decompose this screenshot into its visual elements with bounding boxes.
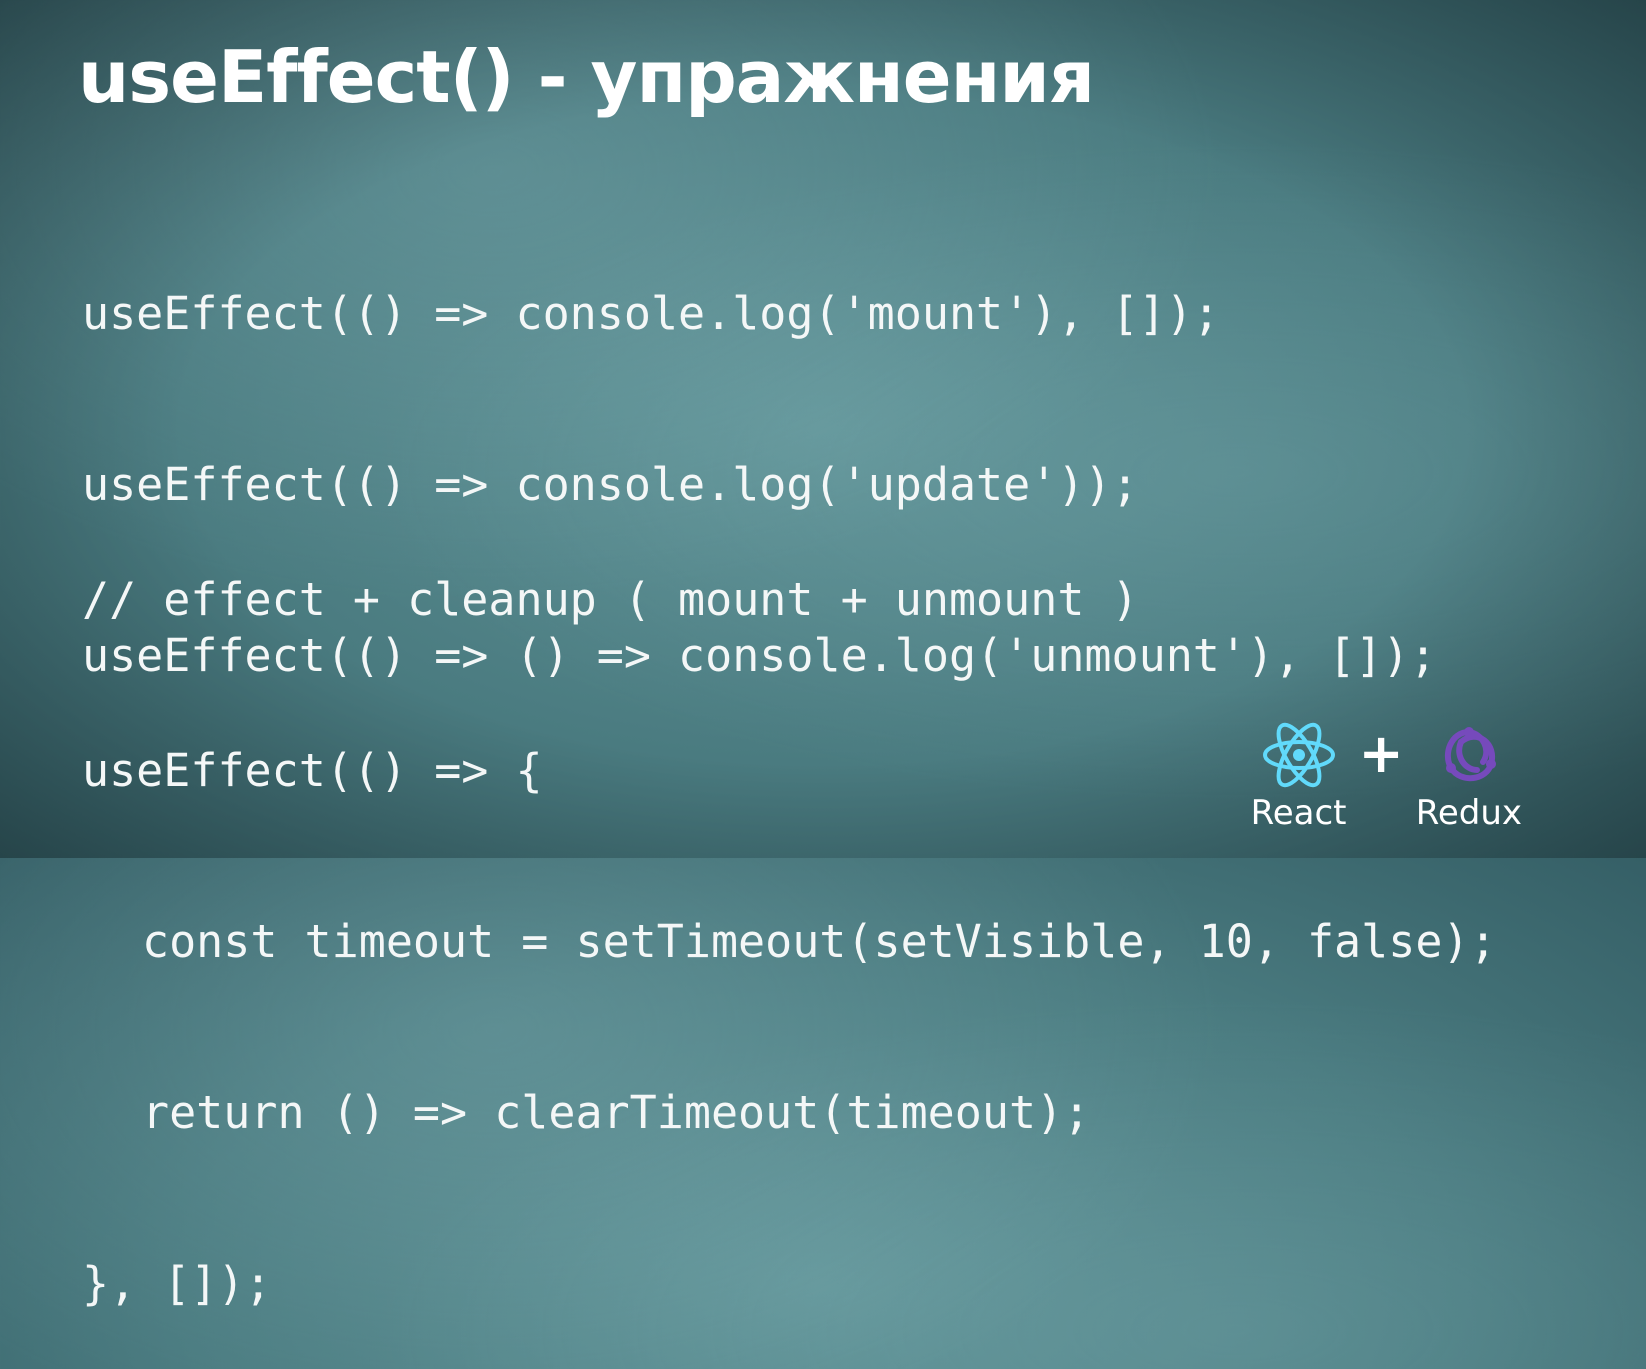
react-logo: React	[1250, 720, 1347, 833]
redux-logo: Redux	[1416, 720, 1522, 830]
slide-title: useEffect() - упражнения	[78, 35, 1095, 119]
code-line-return-cleanup: return () => clearTimeout(timeout);	[142, 1086, 1091, 1139]
react-label: React	[1250, 793, 1347, 833]
code-line-timeout: const timeout = setTimeout(setVisible, 1…	[142, 915, 1497, 968]
plus-sign: +	[1358, 722, 1404, 785]
code-block-effect-cleanup: // effect + cleanup ( mount + unmount ) …	[82, 457, 1497, 1369]
redux-label: Redux	[1415, 793, 1522, 833]
code-line-mount: useEffect(() => console.log('mount'), []…	[82, 287, 1220, 340]
code-comment: // effect + cleanup ( mount + unmount )	[82, 573, 1139, 626]
redux-icon	[1444, 727, 1496, 781]
code-line-effect-close: }, []);	[82, 1257, 272, 1310]
react-icon	[1262, 722, 1335, 788]
react-redux-logos: React + Redux	[1251, 720, 1522, 830]
